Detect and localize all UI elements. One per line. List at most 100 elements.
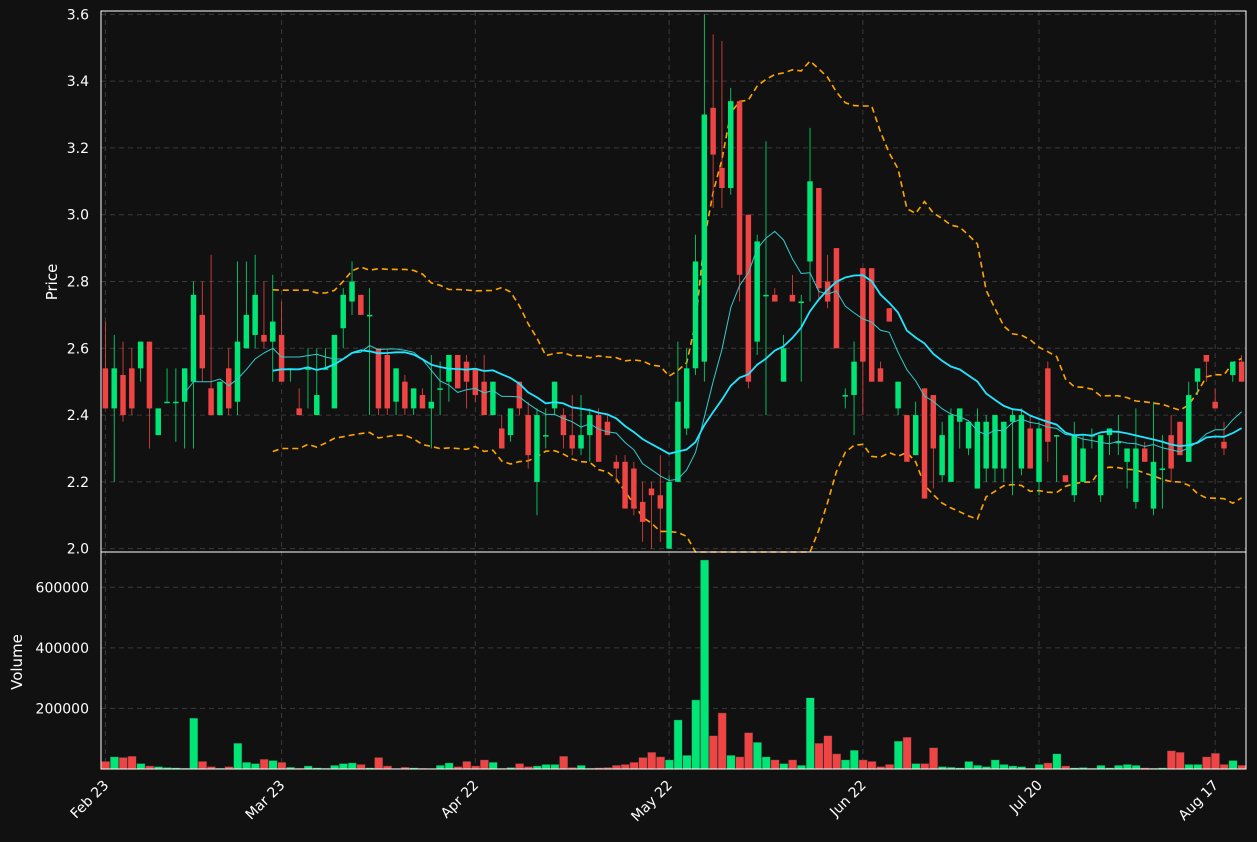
volume-bar [990, 759, 1000, 770]
candle-body [1133, 448, 1139, 502]
candle-body [181, 368, 188, 402]
candle-body [1080, 448, 1086, 482]
volume-bar [339, 763, 348, 770]
candle-body [340, 294, 346, 329]
candle-body [481, 381, 487, 416]
candle-body [164, 401, 170, 404]
volume-bar [541, 764, 551, 770]
candle-body [137, 341, 144, 369]
candle-body [393, 368, 399, 402]
volume-bar [198, 761, 207, 770]
volume-bar [462, 761, 472, 770]
candle-body [375, 348, 382, 409]
candle-body [657, 495, 664, 509]
candle-body [569, 435, 575, 449]
volume-bar [682, 755, 692, 770]
candle-body [102, 368, 109, 409]
candle-body [683, 368, 690, 429]
candle-body [983, 421, 989, 469]
candle-body [499, 428, 505, 449]
volume-bar [700, 559, 709, 770]
candle-body [1009, 415, 1016, 422]
volume-bar [911, 763, 921, 770]
candle-body [120, 375, 126, 416]
volume-bar [101, 761, 111, 770]
volume-bar [629, 762, 639, 770]
volume-bar [242, 762, 251, 770]
candle-body [736, 101, 743, 275]
candle-body [199, 314, 206, 369]
candle-body [551, 381, 558, 409]
volume-bar [999, 764, 1009, 770]
candle-body [490, 381, 496, 416]
candle-body [358, 294, 364, 315]
candle-body [965, 421, 972, 449]
volume-bar [1114, 765, 1123, 770]
candle-body [525, 415, 531, 456]
candle-body [463, 361, 470, 382]
candle-body [798, 301, 804, 304]
volume-bar [110, 756, 119, 770]
volume-bar [1219, 764, 1229, 770]
volume-bar [1043, 762, 1053, 770]
volume-bar [664, 759, 674, 770]
chart-background [0, 0, 1257, 842]
candle-body [745, 214, 752, 382]
candle-body [129, 368, 135, 409]
candle-body [1062, 475, 1069, 482]
volume-bar [1175, 752, 1185, 770]
candle-body [728, 101, 734, 188]
candle-body [789, 294, 796, 302]
candlestick-chart: 2.0 2.2 2.4 2.6 2.8 3.0 3.2 3.4 3.6 200000 400000 6… [0, 0, 1257, 842]
candle-body [173, 401, 179, 404]
volume-bar [576, 765, 586, 770]
volume-tick-label: 600000 [36, 580, 89, 596]
candle-body [1194, 368, 1201, 382]
candle-body [719, 167, 725, 188]
candle-body [613, 461, 619, 469]
candle-body [763, 294, 769, 297]
volume-bar [1193, 764, 1203, 770]
candle-body [366, 314, 373, 317]
volume-bar [973, 765, 982, 770]
candle-body [1230, 361, 1236, 376]
candle-body [754, 241, 760, 342]
candle-body [710, 107, 716, 155]
candle-body [1124, 448, 1130, 462]
candle-body [701, 114, 708, 362]
volume-bar [559, 756, 569, 770]
volume-bar [885, 764, 894, 770]
candle-body [534, 415, 540, 482]
candle-body [939, 435, 945, 476]
price-tick-label: 2.8 [67, 275, 89, 291]
volume-bar [444, 762, 454, 770]
price-tick-label: 2.6 [67, 341, 89, 357]
candle-body [675, 401, 681, 482]
volume-bar [753, 742, 762, 770]
volume-axis-label: Volume [8, 634, 26, 690]
volume-bar [893, 740, 903, 770]
volume-bar [841, 759, 850, 770]
volume-bar [770, 759, 780, 770]
volume-bar [691, 699, 701, 770]
volume-bar [647, 752, 657, 770]
candle-body [807, 181, 813, 262]
candle-body [948, 415, 954, 482]
candle-body [225, 368, 232, 409]
volume-bar [251, 763, 260, 770]
candle-body [1141, 448, 1148, 462]
candle-body [146, 341, 153, 409]
candle-body [155, 408, 161, 436]
candle-body [860, 268, 866, 362]
volume-bar [823, 735, 833, 770]
candle-body [631, 468, 637, 509]
candle-body [1027, 428, 1033, 469]
volume-bar [1131, 765, 1141, 770]
candle-body [816, 187, 822, 289]
candle-body [1159, 468, 1166, 471]
candle-body [604, 421, 611, 436]
candle-body [314, 395, 320, 416]
candle-body [1212, 401, 1218, 409]
volume-bar [374, 757, 384, 770]
candle-body [252, 294, 258, 335]
